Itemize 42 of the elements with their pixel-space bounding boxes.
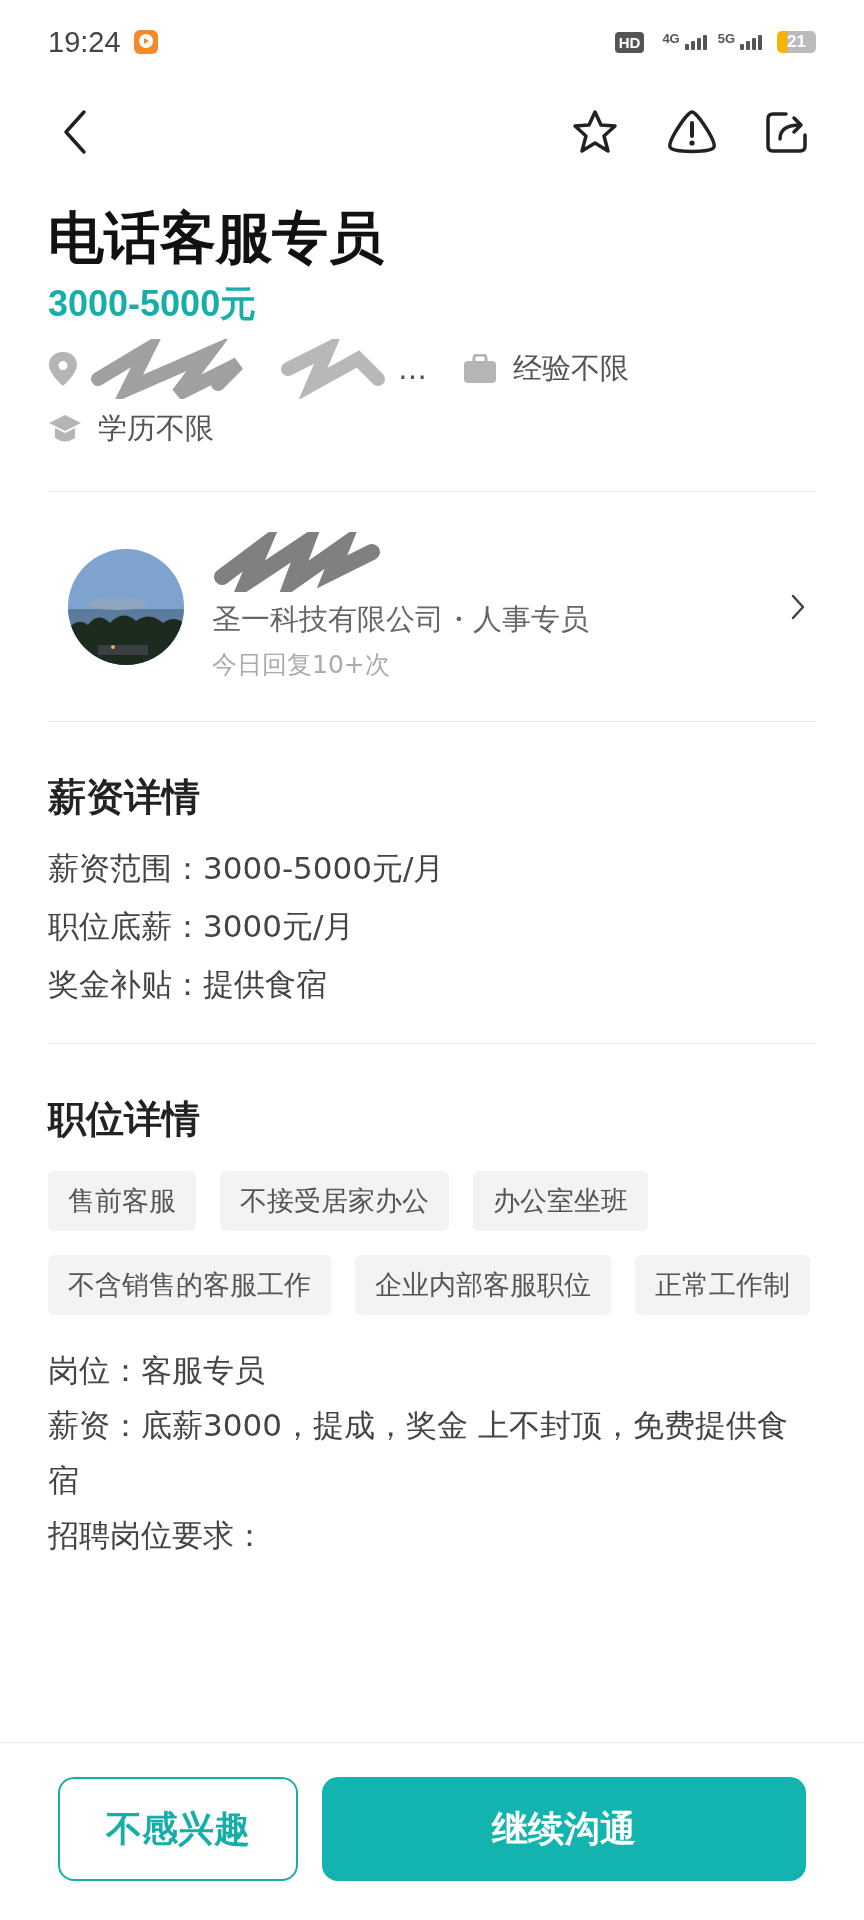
job-tag: 企业内部客服职位 (355, 1255, 611, 1315)
section-heading: 职位详情 (48, 1096, 201, 1143)
job-tag: 办公室坐班 (473, 1171, 648, 1231)
briefcase-icon (463, 354, 497, 384)
continue-chat-button[interactable]: 继续沟通 (322, 1777, 806, 1881)
detail-label: 职位底薪： (48, 908, 203, 944)
job-tag: 不接受居家办公 (220, 1171, 449, 1231)
app-notification-icon (132, 29, 159, 55)
experience-requirement: 经验不限 (513, 350, 629, 387)
not-interested-button[interactable]: 不感兴趣 (58, 1777, 298, 1881)
star-icon[interactable] (570, 108, 620, 156)
warning-icon[interactable] (666, 109, 718, 155)
description-text: 招聘岗位要求： (48, 1516, 266, 1555)
job-tag: 售前客服 (48, 1171, 196, 1231)
network-type-label: 4G (662, 31, 680, 46)
chevron-right-icon[interactable] (790, 592, 806, 621)
detail-value: 3000元/月 (203, 908, 355, 944)
job-title: 电话客服专员 (48, 204, 385, 272)
signal-icon (739, 34, 764, 50)
hd-voice-label: HD (614, 31, 645, 53)
location-text: … (398, 352, 427, 386)
recruiter-card[interactable]: 圣一科技有限公司・人事专员 今日回复10+次 (48, 492, 816, 721)
job-tag: 不含销售的客服工作 (48, 1255, 331, 1315)
graduation-cap-icon (48, 414, 82, 444)
signal-icon (683, 34, 708, 50)
detail-value: 3000-5000元/月 (203, 850, 445, 886)
company-and-role: 圣一科技有限公司・人事专员 (212, 601, 590, 638)
education-requirement: 学历不限 (98, 410, 214, 447)
battery-level: 21 (777, 31, 816, 53)
description-text: 薪资：底薪3000，提成，奖金 上不封顶，免费提供食宿 (48, 1406, 789, 1500)
clock-time: 19:24 (48, 25, 121, 59)
job-tag: 正常工作制 (635, 1255, 810, 1315)
detail-value: 提供食宿 (203, 966, 327, 1002)
share-icon[interactable] (764, 109, 810, 155)
location-pin-icon (48, 351, 78, 387)
network-type-label: 5G (717, 31, 736, 46)
reply-frequency: 今日回复10+次 (212, 649, 391, 681)
salary-range: 3000-5000元 (48, 282, 258, 326)
detail-label: 薪资范围： (48, 850, 203, 886)
description-text: 岗位：客服专员 (48, 1351, 266, 1390)
detail-label: 奖金补贴： (48, 966, 203, 1002)
section-heading: 薪资详情 (48, 774, 201, 821)
